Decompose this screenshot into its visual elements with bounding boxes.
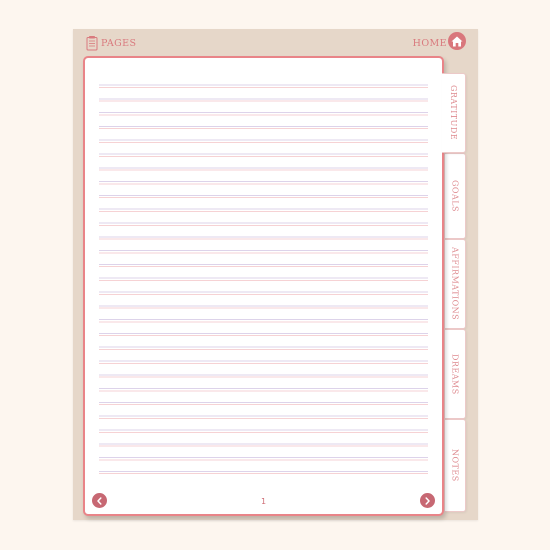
tab-dreams[interactable]: DREAMS: [444, 329, 466, 419]
ruled-lines[interactable]: [99, 74, 428, 477]
tab-goals[interactable]: GOALS: [444, 153, 466, 239]
tab-dreams-label: DREAMS: [450, 353, 460, 395]
tab-gratitude-label: GRATITUDE: [449, 85, 458, 141]
home-link[interactable]: HOME: [413, 36, 447, 50]
pages-link[interactable]: PAGES: [86, 35, 137, 51]
tab-goals-label: GOALS: [450, 179, 460, 213]
tab-notes-label: NOTES: [450, 449, 460, 482]
planner-frame: PAGES HOME 1 GRATITUDE GOALS AFFIRMATION…: [73, 29, 478, 520]
tab-affirmations-label: AFFIRMATIONS: [450, 247, 460, 321]
chevron-right-icon: [425, 496, 430, 505]
tab-gratitude[interactable]: GRATITUDE: [442, 73, 466, 153]
pages-icon: [86, 35, 98, 51]
pages-label: PAGES: [101, 37, 137, 49]
home-label: HOME: [412, 37, 447, 49]
home-icon[interactable]: [448, 32, 466, 50]
journal-page[interactable]: 1: [83, 56, 444, 516]
tab-affirmations[interactable]: AFFIRMATIONS: [444, 239, 466, 329]
tab-notes[interactable]: NOTES: [444, 419, 466, 512]
next-page-button[interactable]: [420, 493, 435, 508]
page-number: 1: [260, 497, 267, 506]
